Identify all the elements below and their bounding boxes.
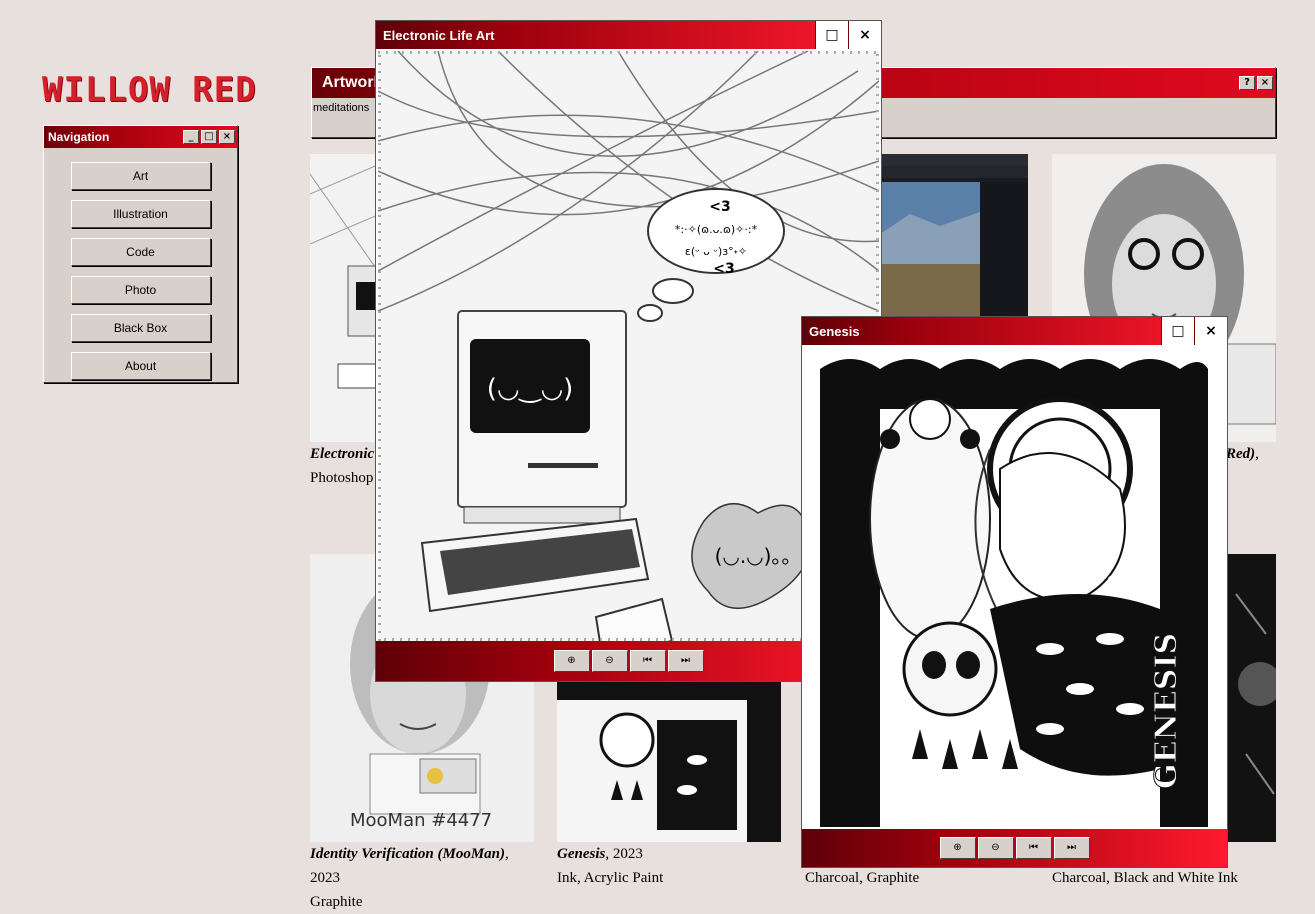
genesis-viewer-titlebar[interactable]: Genesis □ × [802, 317, 1227, 345]
genesis-vertical-text: GENESIS [1149, 633, 1184, 789]
caption-identity: Identity Verification (MooMan), 2023 Gra… [310, 846, 509, 910]
minimize-button[interactable]: _ [183, 130, 199, 144]
caption-col4-medium: Charcoal, Black and White Ink [1052, 870, 1238, 886]
navigation-title: Navigation [48, 130, 110, 144]
maximize-icon[interactable]: □ [815, 21, 848, 49]
caption-electronic: Electronic Photoshop [310, 442, 374, 490]
last-image-icon[interactable]: ⏭ [667, 650, 704, 672]
maximize-button[interactable]: □ [201, 130, 217, 144]
thumb-software-screenshot[interactable] [880, 154, 1028, 316]
nav-black-box-button[interactable]: Black Box [70, 314, 211, 342]
close-icon[interactable]: × [1194, 317, 1227, 345]
maximize-icon[interactable]: □ [1161, 317, 1194, 345]
zoom-out-icon[interactable]: ⊖ [977, 837, 1014, 859]
bubble-line-2: ε(ᵕ ᴗ ᵕ)з°˖✧ [685, 245, 747, 258]
genesis-viewer: Genesis □ × GENESIS ⊕ ⊖ ⏮ ⏭ [801, 316, 1228, 868]
software-thumb-image [880, 154, 1028, 316]
close-button[interactable]: × [1257, 76, 1273, 90]
close-button[interactable]: × [219, 130, 235, 144]
caption-electronic-title: Electronic [310, 446, 375, 462]
nav-photo-button[interactable]: Photo [70, 276, 211, 304]
caption-genesis: Genesis, 2023 Ink, Acrylic Paint [557, 842, 663, 890]
last-image-icon[interactable]: ⏭ [1053, 837, 1090, 859]
caption-genesis-title: Genesis [557, 846, 606, 862]
bubble-heart-top: <3 [709, 199, 730, 215]
nav-illustration-button[interactable]: Illustration [70, 200, 211, 228]
navigation-window: Navigation _ □ × Art Illustration Code P… [43, 125, 238, 383]
close-icon[interactable]: × [848, 21, 881, 49]
nav-code-button[interactable]: Code [70, 238, 211, 266]
bubble-heart-bottom: <3 [713, 261, 734, 277]
help-button[interactable]: ? [1239, 76, 1255, 90]
nav-art-button[interactable]: Art [70, 162, 211, 190]
caption-col3-medium: Charcoal, Graphite [805, 870, 920, 886]
caption-right-title-tail: Red) [1226, 446, 1256, 462]
first-image-icon[interactable]: ⏮ [1015, 837, 1052, 859]
navigation-titlebar[interactable]: Navigation _ □ × [44, 126, 237, 148]
zoom-out-icon[interactable]: ⊖ [591, 650, 628, 672]
genesis-thumb-image [557, 680, 781, 842]
screen-face: (◡‿◡) [487, 374, 574, 404]
caption-genesis-medium: Ink, Acrylic Paint [557, 870, 664, 886]
genesis-artwork: GENESIS [820, 349, 1208, 827]
mooman-signature: MooMan #4477 [350, 810, 492, 831]
cloud-face: (◡.◡)。。 [715, 544, 802, 568]
genesis-viewer-toolbar: ⊕ ⊖ ⏮ ⏭ [802, 829, 1227, 867]
electronic-viewer-title: Electronic Life Art [383, 27, 495, 43]
caption-right-title: Red), [1226, 446, 1259, 462]
nav-about-button[interactable]: About [70, 352, 211, 380]
thumb-electronic-life-art[interactable] [310, 154, 380, 442]
electronic-viewer-titlebar[interactable]: Electronic Life Art □ × [376, 21, 881, 49]
first-image-icon[interactable]: ⏮ [629, 650, 666, 672]
thumb-dark-charcoal[interactable] [1226, 554, 1276, 842]
caption-identity-year: 2023 [310, 870, 340, 886]
genesis-viewer-title: Genesis [809, 323, 860, 339]
caption-identity-title: Identity Verification (MooMan) [310, 846, 506, 862]
electronic-thumb-image [310, 154, 380, 442]
caption-genesis-year: , 2023 [605, 846, 643, 862]
zoom-in-icon[interactable]: ⊕ [553, 650, 590, 672]
zoom-in-icon[interactable]: ⊕ [939, 837, 976, 859]
site-logo: WILLOW RED [42, 70, 257, 110]
dark-thumb-image [1226, 554, 1276, 842]
thumb-genesis[interactable] [557, 680, 781, 842]
bubble-line-1: *:·✧(ɷ.ᴗ.ɷ)✧·:* [675, 223, 758, 236]
caption-electronic-medium: Photoshop [310, 470, 374, 486]
genesis-artwork-image: GENESIS [820, 349, 1208, 827]
